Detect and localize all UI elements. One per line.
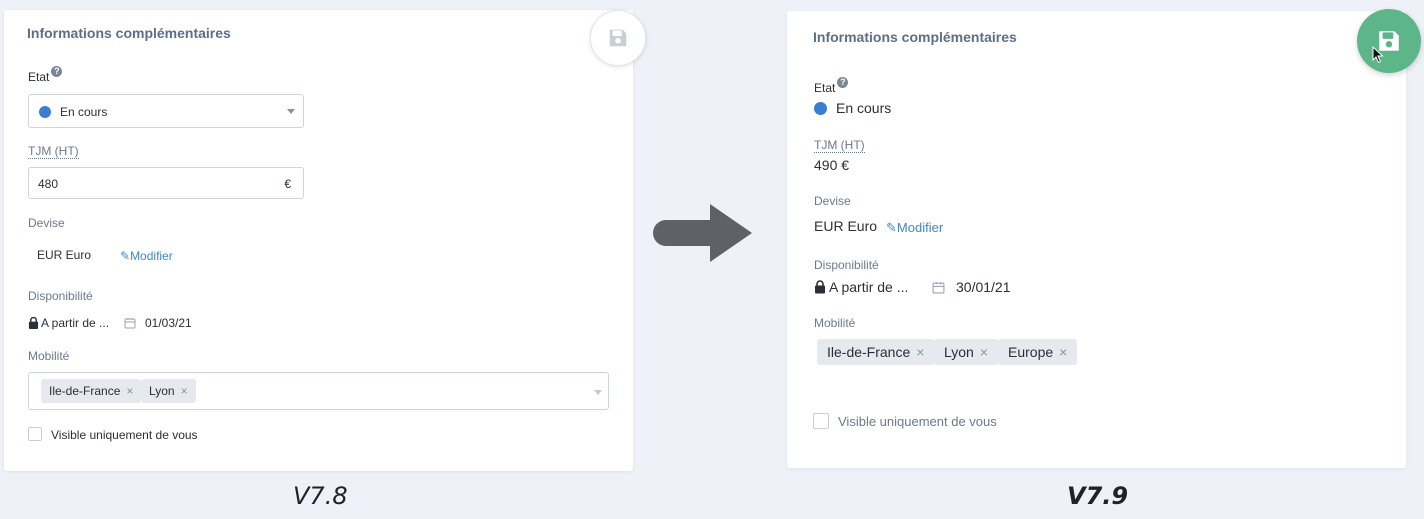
right-tag-ile-de-france[interactable]: Ile-de-France × (817, 339, 935, 365)
remove-tag-icon[interactable]: × (980, 344, 988, 360)
right-card (787, 11, 1406, 468)
right-devise-label: Devise (814, 194, 851, 208)
left-tag-ile-de-france[interactable]: Ile-de-France × (41, 379, 142, 403)
pencil-icon: ✎ (886, 220, 897, 235)
left-save-button[interactable] (590, 10, 646, 66)
left-tjm-unit: € (284, 177, 291, 191)
lock-icon (28, 317, 39, 329)
status-dot (814, 101, 827, 115)
left-etat-label: Etat? (28, 66, 63, 84)
lock-icon (815, 280, 825, 294)
right-etat-label: Etat? (814, 77, 849, 95)
left-visible-label: Visible uniquement de vous (51, 428, 198, 442)
right-section-title: Informations complémentaires (813, 29, 1017, 45)
right-visible-checkbox[interactable] (813, 413, 829, 429)
right-save-button[interactable] (1357, 9, 1421, 73)
right-visible-label: Visible uniquement de vous (838, 414, 997, 429)
left-disponibilite-label: Disponibilité (28, 289, 93, 303)
right-etat-value[interactable]: En cours (814, 100, 891, 116)
cursor-icon (1372, 46, 1384, 64)
remove-tag-icon[interactable]: × (916, 344, 924, 360)
left-visible-checkbox[interactable] (28, 427, 42, 441)
right-tag-europe[interactable]: Europe × (998, 339, 1078, 365)
right-mobilite-label: Mobilité (814, 316, 856, 330)
left-mobilite-label: Mobilité (28, 349, 70, 363)
remove-tag-icon[interactable]: × (181, 384, 188, 398)
right-disponibilite-label: Disponibilité (814, 258, 879, 272)
left-modifier-link[interactable]: ✎Modifier (120, 249, 173, 263)
pencil-icon: ✎ (120, 249, 131, 263)
left-version-label: V7.8 (293, 482, 348, 510)
left-etat-select[interactable]: En cours (28, 94, 304, 128)
right-disponibilite-mode[interactable]: A partir de ... (814, 279, 908, 295)
calendar-icon (124, 318, 136, 329)
left-devise-value: EUR Euro (37, 248, 92, 262)
right-tjm-value[interactable]: 490 € (814, 157, 849, 173)
left-section-title: Informations complémentaires (27, 25, 231, 41)
right-version-label: V7.9 (1067, 482, 1129, 510)
right-tag-lyon[interactable]: Lyon × (934, 339, 999, 365)
remove-tag-icon[interactable]: × (1059, 344, 1067, 360)
caret-down-icon (287, 109, 295, 114)
right-devise-value: EUR Euro (814, 218, 878, 234)
left-tjm-input[interactable]: 480 € (28, 167, 304, 199)
left-disponibilite-mode[interactable]: A partir de ... (28, 316, 109, 330)
status-dot (39, 106, 51, 118)
left-tjm-label: TJM (HT) (28, 144, 79, 159)
left-devise-label: Devise (28, 216, 65, 230)
left-tjm-value: 480 (38, 177, 59, 191)
caret-down-icon (594, 390, 602, 395)
help-icon[interactable]: ? (837, 77, 849, 88)
left-tag-lyon[interactable]: Lyon × (141, 379, 196, 403)
help-icon[interactable]: ? (51, 66, 63, 77)
right-modifier-link[interactable]: ✎Modifier (886, 220, 943, 236)
save-icon (609, 29, 627, 47)
right-tjm-label: TJM (HT) (814, 138, 865, 153)
calendar-icon (932, 281, 945, 293)
remove-tag-icon[interactable]: × (126, 384, 133, 398)
arrow-right-icon (653, 204, 752, 262)
right-disponibilite-date[interactable]: 30/01/21 (932, 279, 1011, 295)
left-disponibilite-date[interactable]: 01/03/21 (124, 316, 192, 330)
left-etat-value: En cours (60, 105, 108, 119)
